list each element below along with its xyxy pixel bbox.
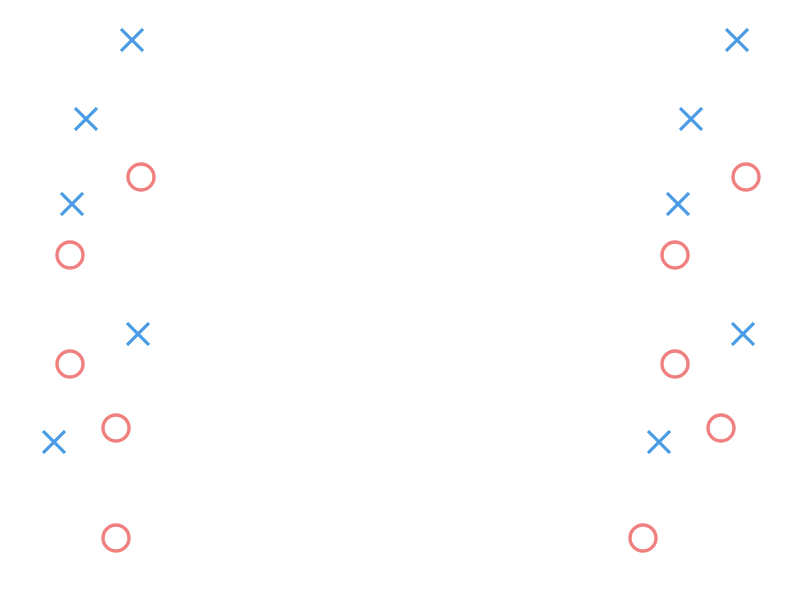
canvas-background [0, 0, 800, 603]
marker-canvas [0, 0, 800, 603]
